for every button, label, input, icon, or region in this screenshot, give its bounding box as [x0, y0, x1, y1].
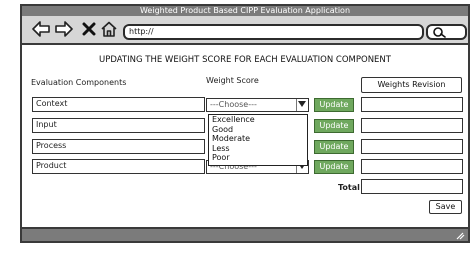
revision-field-context[interactable] — [361, 97, 463, 112]
component-field-input: Input — [32, 118, 205, 133]
dropdown-option[interactable]: Moderate — [212, 134, 307, 144]
close-x-icon[interactable] — [82, 22, 96, 36]
save-button[interactable]: Save — [429, 200, 462, 214]
search-input[interactable] — [426, 24, 467, 40]
revision-field-process[interactable] — [361, 139, 463, 154]
dropdown-option[interactable]: Excellence — [212, 115, 307, 125]
browser-toolbar: http:// — [22, 16, 468, 45]
component-field-product: Product — [32, 159, 205, 174]
weight-dropdown-list: Excellence Good Moderate Less Poor — [208, 114, 308, 166]
update-button-product[interactable]: Update — [314, 160, 354, 174]
update-button-process[interactable]: Update — [314, 140, 354, 154]
resize-grip-icon[interactable] — [455, 232, 465, 240]
revision-field-input[interactable] — [361, 118, 463, 133]
page-content: UPDATING THE WEIGHT SCORE FOR EACH EVALU… — [22, 45, 468, 227]
weight-select-context[interactable]: ---Choose--- — [206, 98, 309, 112]
browser-window: Weighted Product Based CIPP Evaluation A… — [20, 4, 470, 243]
components-column-label: Evaluation Components — [31, 78, 127, 87]
dropdown-option[interactable]: Poor — [212, 153, 307, 163]
chevron-down-icon — [298, 101, 306, 107]
component-field-context: Context — [32, 97, 205, 112]
status-bar — [22, 227, 468, 241]
search-icon — [433, 27, 446, 38]
dropdown-option[interactable]: Good — [212, 125, 307, 135]
url-input[interactable]: http:// — [123, 24, 424, 40]
home-icon[interactable] — [100, 21, 118, 37]
window-title: Weighted Product Based CIPP Evaluation A… — [22, 6, 468, 16]
page-title: UPDATING THE WEIGHT SCORE FOR EACH EVALU… — [99, 55, 391, 65]
update-button-input[interactable]: Update — [314, 119, 354, 133]
weight-column-label: Weight Score — [206, 76, 259, 85]
forward-arrow-icon[interactable] — [55, 21, 73, 37]
revision-field-product[interactable] — [361, 159, 463, 174]
weights-revision-button[interactable]: Weights Revision — [361, 77, 462, 93]
dropdown-option[interactable]: Less — [212, 144, 307, 154]
weight-select-value: ---Choose--- — [210, 100, 257, 109]
total-field — [361, 179, 463, 194]
update-button-context[interactable]: Update — [314, 98, 354, 112]
back-arrow-icon[interactable] — [32, 21, 50, 37]
component-field-process: Process — [32, 139, 205, 154]
total-label: Total — [338, 183, 360, 192]
